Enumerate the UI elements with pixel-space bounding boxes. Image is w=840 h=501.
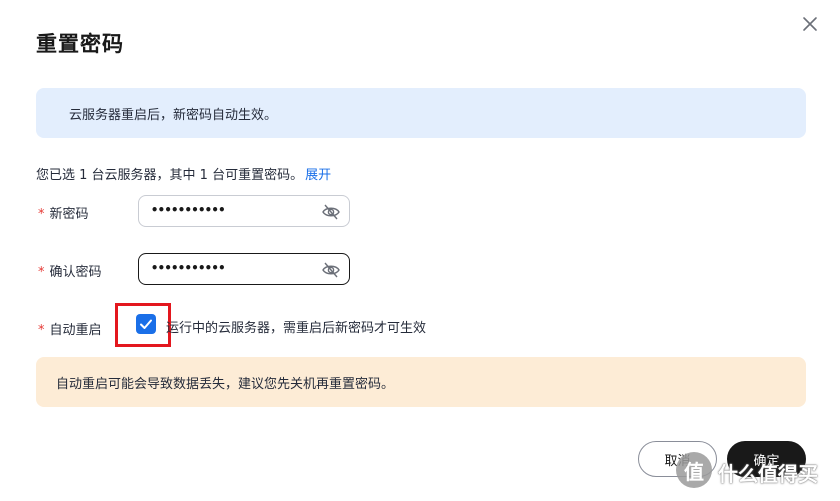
confirm-password-label-text: 确认密码: [49, 265, 102, 280]
auto-restart-description: 运行中的云服务器，需重启后新密码才可生效: [166, 321, 427, 336]
required-mark: *: [38, 323, 45, 338]
watermark-text: 什么值得买: [718, 462, 818, 486]
warning-banner: 自动重启可能会导致数据丢失，建议您先关机再重置密码。: [36, 357, 806, 407]
new-password-value: •••••••••••: [151, 203, 225, 217]
confirm-password-value: •••••••••••: [151, 261, 225, 275]
eye-off-icon[interactable]: [321, 203, 341, 221]
selection-summary-text: 您已选 1 台云服务器，其中 1 台可重置密码。: [36, 168, 304, 183]
new-password-label-text: 新密码: [49, 207, 89, 222]
new-password-label: * 新密码: [38, 203, 89, 222]
info-banner: 云服务器重启后，新密码自动生效。: [36, 88, 806, 138]
eye-off-icon[interactable]: [321, 261, 341, 279]
close-icon[interactable]: [798, 12, 822, 36]
required-mark: *: [38, 265, 45, 280]
dialog-title: 重置密码: [36, 32, 124, 56]
watermark-logo-char: 值: [684, 460, 704, 484]
selection-summary: 您已选 1 台云服务器，其中 1 台可重置密码。 展开: [36, 164, 331, 183]
required-mark: *: [38, 207, 45, 222]
annotation-highlight-box: [115, 303, 171, 347]
warning-banner-text: 自动重启可能会导致数据丢失，建议您先关机再重置密码。: [56, 377, 395, 392]
info-banner-text: 云服务器重启后，新密码自动生效。: [69, 108, 278, 123]
auto-restart-label: * 自动重启: [38, 319, 102, 338]
watermark: 值 什么值得买: [676, 452, 836, 492]
confirm-password-field[interactable]: •••••••••••: [138, 253, 350, 285]
expand-link[interactable]: 展开: [305, 168, 331, 183]
new-password-field[interactable]: •••••••••••: [138, 195, 350, 227]
reset-password-dialog: 重置密码 云服务器重启后，新密码自动生效。 您已选 1 台云服务器，其中 1 台…: [0, 0, 840, 501]
auto-restart-label-text: 自动重启: [49, 323, 102, 338]
confirm-password-label: * 确认密码: [38, 261, 102, 280]
